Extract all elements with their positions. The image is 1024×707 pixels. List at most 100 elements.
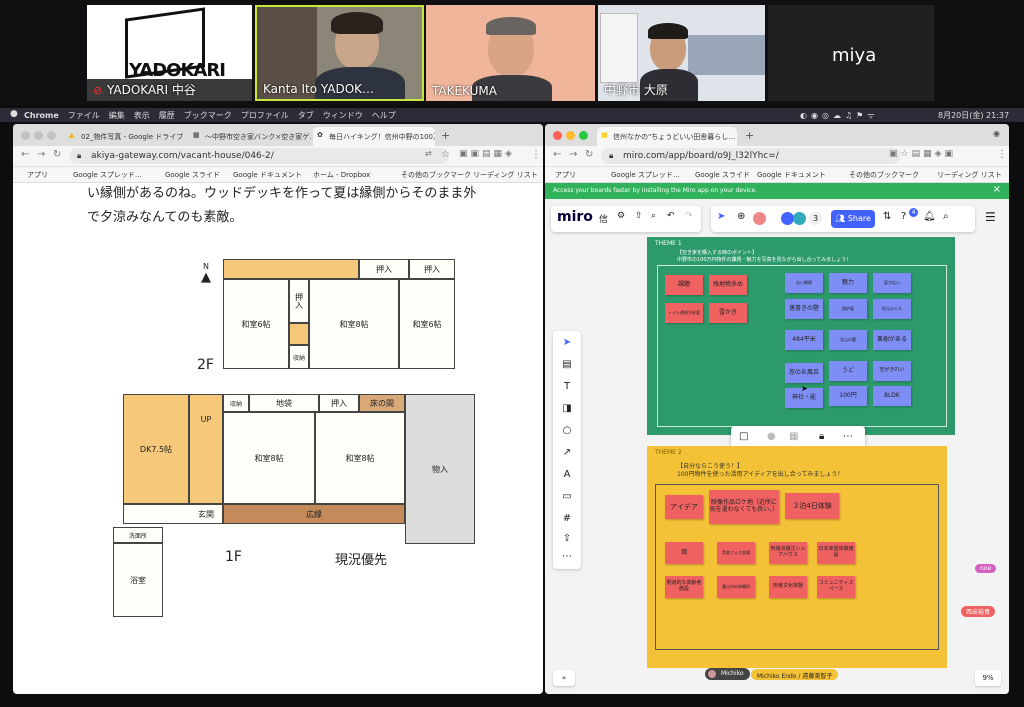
more-options-icon[interactable]: ⋯ [843, 431, 853, 442]
sticky-note-tool-icon[interactable]: ◨ [559, 403, 575, 417]
browser-tab-active[interactable]: ■ 信州なかの"ちょうどいい田舎暮らし… [597, 127, 737, 146]
menu-item[interactable]: 履歴 [159, 110, 175, 121]
more-icon[interactable]: ⋮ [997, 149, 1007, 160]
sticky-note-red[interactable]: 映像作品ロケ地（近所に気を遣わなくても良い。） [709, 490, 779, 524]
cursor-follow-icon[interactable]: ➤ [717, 211, 725, 222]
forward-icon[interactable]: → [37, 149, 45, 160]
search-icon[interactable]: ⌕ [651, 211, 656, 221]
bookmark-item[interactable]: Google ドキュメント [757, 170, 826, 180]
upload-icon[interactable]: ⇧ [635, 211, 643, 221]
participant-tile-1[interactable]: YADOKARI ⊘ YADOKARI 中谷 [87, 5, 252, 101]
maximize-window-button[interactable] [47, 131, 56, 140]
bookmark-item[interactable]: Google スライド [695, 170, 750, 180]
extensions-icons[interactable]: ▣☆▤▦◈▣ [889, 149, 956, 159]
sticky-note-blue[interactable]: うど [829, 361, 867, 381]
sticky-note-blue[interactable]: 窓のお風呂 [785, 363, 823, 383]
new-tab-button[interactable]: + [745, 129, 754, 142]
sticky-note-blue[interactable]: 魅力 [829, 273, 867, 293]
url-input[interactable]: 🔒︎ miro.com/app/board/o9J_l32lYhc=/ [601, 148, 901, 164]
menu-item[interactable]: 編集 [109, 110, 125, 121]
bookmark-item[interactable]: その他のブックマーク [849, 170, 919, 180]
participant-tile-5[interactable]: miya [768, 5, 934, 101]
bookmark-item[interactable]: その他のブックマーク [401, 170, 471, 180]
menu-item[interactable]: ブックマーク [184, 110, 232, 121]
sticky-note-blue[interactable]: 北山の麓 [829, 330, 867, 350]
close-window-button[interactable] [21, 131, 30, 140]
sticky-note-blue[interactable]: 100円 [829, 386, 867, 406]
board-menu-icon[interactable]: ☰ [985, 210, 996, 224]
avatar[interactable] [753, 212, 766, 225]
search-icon[interactable]: ⌕ [943, 211, 949, 222]
bell-icon[interactable]: 🔔︎ [923, 211, 936, 222]
frame-tool-icon[interactable]: # [559, 513, 575, 527]
bookmark-item[interactable]: リーディング リスト [473, 170, 538, 180]
bookmark-item[interactable]: Google スライド [165, 170, 220, 180]
close-window-button[interactable] [553, 131, 562, 140]
new-tab-button[interactable]: + [441, 129, 450, 142]
browser-tab-active[interactable]: ✿毎日ハイキング！信州中野の100万… [313, 127, 435, 146]
sticky-note-red[interactable]: 農山村の体験所 [717, 576, 755, 598]
bookmark-item[interactable]: リーディング リスト [937, 170, 1002, 180]
menu-item[interactable]: ヘルプ [372, 110, 396, 121]
menu-item[interactable]: 表示 [134, 110, 150, 121]
minimize-window-button[interactable] [34, 131, 43, 140]
lock-icon[interactable]: 🔒︎ [819, 431, 824, 442]
add-user-icon[interactable]: ⊕ [737, 211, 745, 222]
sticky-note-blue[interactable]: 広い縁側 [785, 273, 823, 293]
bookmark-item[interactable]: Google スプレッド… [73, 170, 142, 180]
menu-item[interactable]: ファイル [68, 110, 100, 121]
menu-item[interactable]: ウィンドウ [323, 110, 363, 121]
sticky-note-blue[interactable]: 空がきれい [873, 361, 911, 381]
sticky-note-blue[interactable]: 地元の人々 [873, 299, 911, 319]
select-tool-icon[interactable]: ➤ [559, 337, 575, 351]
sticky-note-red[interactable]: 田舎文化体験 [769, 576, 807, 598]
forward-icon[interactable]: → [569, 149, 577, 160]
sticky-note-red[interactable]: 残地物多め [709, 275, 747, 295]
sticky-note-blue[interactable]: 囲炉裏 [829, 299, 867, 319]
bookmark-item[interactable]: Google ドキュメント [233, 170, 302, 180]
more-icon[interactable]: ⋮ [531, 149, 541, 160]
status-icons[interactable]: ◐◉◎☁♫⚑ᯤ [800, 110, 879, 121]
bookmark-item[interactable]: ホーム - Dropbox [313, 170, 370, 180]
redo-icon[interactable]: ↷ [685, 211, 693, 221]
zoom-level[interactable]: 9% [975, 670, 1001, 686]
browser-tab[interactable]: ▦ 〜中野市空き家バンク×空き家ゲ… [189, 127, 311, 146]
text-tool-icon[interactable]: T [559, 381, 575, 395]
pen-tool-icon[interactable]: A [559, 469, 575, 483]
help-icon[interactable]: ? [901, 211, 906, 222]
sticky-note-blue[interactable]: 果樹がある [873, 330, 911, 350]
reload-icon[interactable]: ↻ [585, 149, 593, 160]
participant-tile-2[interactable]: Kanta Ito YADOK… [255, 5, 424, 101]
extensions-icons[interactable]: ▣▣▤▦◈ [459, 149, 515, 159]
sticky-note-red[interactable]: 畑 [665, 542, 703, 564]
board-title[interactable]: 信 [599, 212, 608, 225]
bookmark-star-icon[interactable]: ☆ [441, 149, 450, 160]
pattern-icon[interactable]: ▦ [789, 431, 798, 442]
share-button[interactable]: 👥︎ Share [831, 210, 875, 228]
maximize-window-button[interactable] [579, 131, 588, 140]
menu-item[interactable]: プロファイル [241, 110, 289, 121]
sticky-note-red[interactable]: トイレ改修が必要 [665, 303, 703, 323]
tab-search-icon[interactable]: ◉ [993, 129, 1000, 138]
sticky-note-blue[interactable]: 484平米 [785, 330, 823, 350]
upload-tool-icon[interactable]: ⇪ [559, 533, 575, 547]
avatar[interactable] [793, 212, 806, 225]
participant-tile-3[interactable]: TAKEKUMA [426, 5, 595, 101]
participant-tile-4[interactable]: 中野市 大原 [598, 5, 765, 101]
minimize-window-button[interactable] [566, 131, 575, 140]
bookmark-item[interactable]: Google スプレッド… [611, 170, 680, 180]
sticky-note-red[interactable]: アイデア [665, 495, 703, 519]
comment-tool-icon[interactable]: ▭ [559, 491, 575, 505]
back-icon[interactable]: ← [553, 149, 561, 160]
shape-tool-icon[interactable]: ○ [559, 425, 575, 439]
sticky-note-red[interactable]: 剣道的な高齢者施設 [665, 576, 703, 598]
frame-shape-icon[interactable]: □ [739, 431, 748, 442]
menu-item[interactable]: タブ [298, 110, 314, 121]
user-count[interactable]: 3 [809, 212, 822, 225]
back-icon[interactable]: ← [21, 149, 29, 160]
sticky-note-red[interactable]: 日本家屋体験施設 [817, 542, 855, 564]
sticky-note-red[interactable]: 雪かき [709, 303, 747, 323]
bookmark-item[interactable]: アプリ [27, 170, 48, 180]
undo-icon[interactable]: ↶ [667, 211, 675, 221]
close-banner-icon[interactable]: × [993, 184, 1001, 195]
